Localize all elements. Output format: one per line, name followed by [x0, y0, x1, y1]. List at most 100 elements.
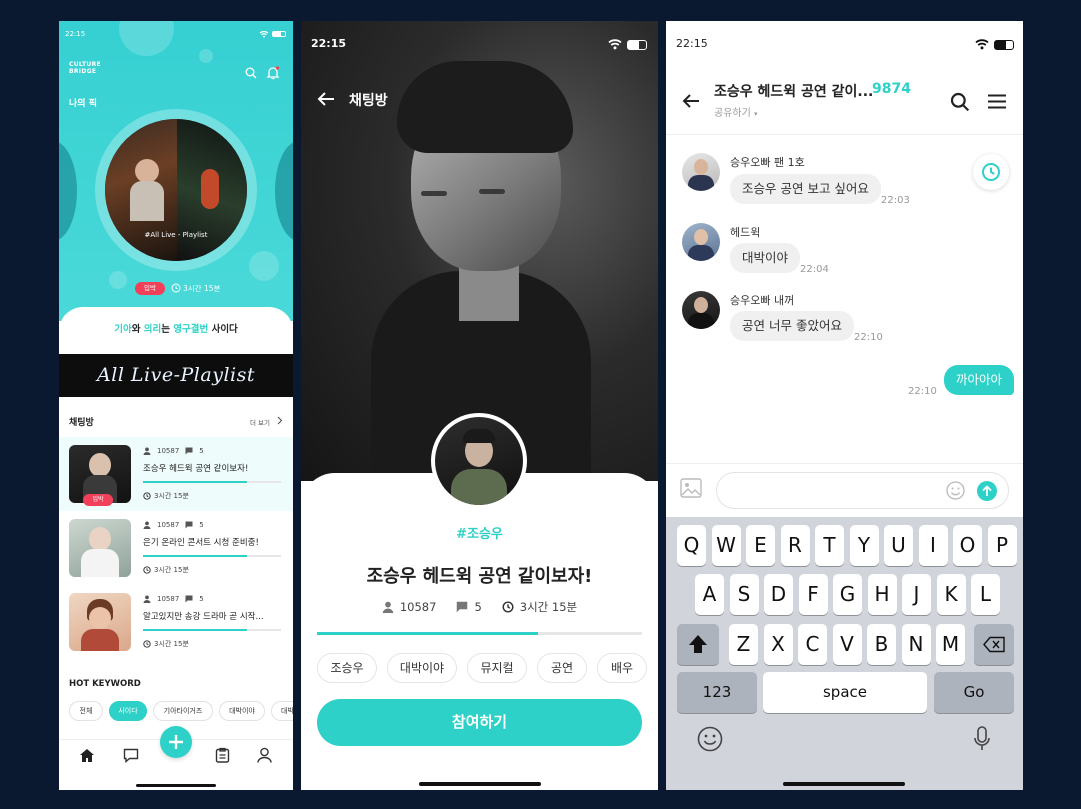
avatar[interactable]	[682, 291, 720, 329]
menu-icon[interactable]	[987, 94, 1007, 109]
key-q[interactable]: Q	[677, 525, 706, 566]
tag-chip[interactable]: 공연	[537, 653, 587, 683]
key-a[interactable]: A	[695, 574, 724, 615]
comment-count: 5	[199, 595, 204, 603]
avatar[interactable]	[682, 223, 720, 261]
space-key[interactable]: space	[763, 672, 927, 713]
person-icon	[143, 521, 151, 529]
room-progress	[143, 481, 281, 483]
person-icon	[382, 601, 394, 613]
profile-icon[interactable]	[257, 747, 272, 763]
room-detail-screen: 22:15 채팅방 #조승우 조승우 헤드윅 공연 같이보자! 10587 5 …	[301, 21, 658, 790]
message-time: 22:10	[854, 332, 883, 343]
banner-text[interactable]: 기아와 의리는 영구결번 사이다	[59, 321, 293, 335]
microphone-icon[interactable]	[973, 726, 991, 752]
keyword-chip[interactable]: 기아타이거즈	[153, 701, 213, 721]
key-h[interactable]: H	[867, 574, 897, 615]
key-t[interactable]: T	[815, 525, 844, 566]
emoji-icon[interactable]	[946, 481, 965, 500]
chat-icon[interactable]	[123, 748, 139, 763]
chat-room-row[interactable]: 10587 5 알고있지만 송강 드라마 곧 시작... 3시간 15분	[59, 585, 293, 659]
chevron-right-icon[interactable]	[277, 416, 283, 425]
numbers-key[interactable]: 123	[677, 672, 757, 713]
search-icon[interactable]	[245, 67, 257, 79]
tag-chip[interactable]: 조승우	[317, 653, 377, 683]
key-d[interactable]: D	[764, 574, 793, 615]
member-count: 10587	[399, 600, 437, 614]
join-button[interactable]: 참여하기	[317, 699, 642, 746]
key-x[interactable]: X	[763, 624, 793, 665]
key-n[interactable]: N	[901, 624, 931, 665]
battery-icon	[272, 31, 286, 37]
key-y[interactable]: Y	[849, 525, 879, 566]
clock-icon	[143, 566, 151, 574]
backspace-key[interactable]	[974, 624, 1014, 665]
wifi-icon	[259, 30, 269, 38]
key-b[interactable]: B	[867, 624, 896, 665]
key-j[interactable]: J	[902, 574, 931, 615]
battery-icon	[994, 40, 1014, 50]
key-p[interactable]: P	[987, 525, 1017, 566]
hashtag[interactable]: #조승우	[301, 523, 658, 542]
playlist-label: #All Live - Playlist	[144, 231, 208, 239]
tag-chip[interactable]: 배우	[597, 653, 647, 683]
all-live-playlist-banner[interactable]: All Live-Playlist	[59, 354, 293, 397]
shift-key[interactable]	[677, 624, 719, 665]
chat-title: 조승우 헤드윅 공연 같이...	[714, 84, 874, 100]
key-s[interactable]: S	[729, 574, 759, 615]
room-progress	[143, 629, 281, 631]
key-o[interactable]: O	[953, 525, 982, 566]
share-dropdown[interactable]: 공유하기 ▾	[714, 104, 758, 119]
keyword-chip[interactable]: 대박이야	[219, 701, 265, 721]
home-screen: 22:15 CULTURE BRIDGE 나의 픽 #All Live - Pl…	[59, 21, 293, 790]
key-z[interactable]: Z	[729, 624, 758, 665]
clock-icon	[143, 492, 151, 500]
chat-room-row[interactable]: 입박 10587 5 조승우 헤드윅 공연 같이보자! 3시간 15분	[59, 437, 293, 511]
key-u[interactable]: U	[884, 525, 913, 566]
playlist-disc[interactable]: #All Live - Playlist	[95, 109, 257, 271]
clock-icon	[143, 640, 151, 648]
battery-icon	[627, 40, 647, 50]
key-v[interactable]: V	[832, 624, 862, 665]
keyword-chip-active[interactable]: 사이다	[109, 701, 147, 721]
emoji-keyboard-icon[interactable]	[697, 726, 723, 752]
tag-chip[interactable]: 뮤지컬	[467, 653, 527, 683]
more-link[interactable]: 더 보기	[250, 417, 270, 427]
message-bubble: 대박이야	[730, 243, 801, 273]
back-arrow-icon[interactable]	[317, 91, 335, 107]
search-icon[interactable]	[950, 92, 970, 112]
clipboard-icon[interactable]	[215, 747, 230, 763]
key-g[interactable]: G	[833, 574, 862, 615]
key-e[interactable]: E	[746, 525, 775, 566]
clock-icon	[502, 601, 514, 613]
send-button[interactable]	[977, 481, 997, 501]
message-input[interactable]	[716, 472, 1009, 509]
header-title: 채팅방	[349, 93, 388, 109]
avatar[interactable]	[682, 153, 720, 191]
key-c[interactable]: C	[798, 624, 827, 665]
keyword-chip[interactable]: 대박	[271, 701, 293, 721]
home-icon[interactable]	[79, 748, 95, 763]
key-m[interactable]: M	[936, 624, 965, 665]
image-attach-icon[interactable]	[680, 478, 702, 498]
keyword-chip[interactable]: 전체	[69, 701, 103, 721]
key-i[interactable]: I	[918, 525, 948, 566]
go-key[interactable]: Go	[934, 672, 1014, 713]
sender-name: 승우오빠 내꺼	[730, 294, 795, 307]
key-f[interactable]: F	[798, 574, 828, 615]
room-progress	[317, 632, 642, 635]
timer-button[interactable]	[973, 154, 1009, 190]
header-divider	[666, 134, 1023, 135]
comment-count: 5	[199, 447, 204, 455]
key-r[interactable]: R	[780, 525, 810, 566]
key-w[interactable]: W	[711, 525, 741, 566]
notification-bell-icon[interactable]	[266, 66, 280, 80]
chat-room-row[interactable]: 10587 5 은기 온라인 콘서트 시청 준비중! 3시간 15분	[59, 511, 293, 585]
back-arrow-icon[interactable]	[682, 93, 700, 109]
key-k[interactable]: K	[936, 574, 966, 615]
room-title: 조승우 헤드윅 공연 같이보자!	[143, 464, 249, 474]
create-room-button[interactable]	[160, 726, 192, 758]
key-l[interactable]: L	[971, 574, 1000, 615]
tag-chip[interactable]: 대박이야	[387, 653, 457, 683]
hot-keyword-title: HOT KEYWORD	[69, 679, 141, 689]
